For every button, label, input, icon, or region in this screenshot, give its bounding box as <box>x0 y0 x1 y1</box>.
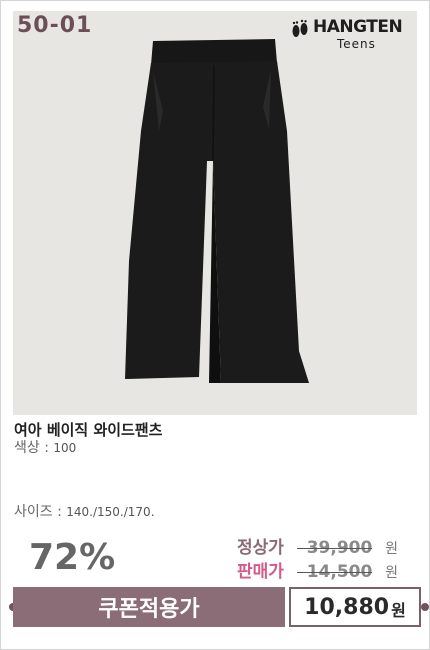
bar-dot-right <box>421 603 429 611</box>
size-value: 140./150./170. <box>66 505 155 519</box>
regular-price-label: 정상가 <box>237 538 284 558</box>
footprints-icon <box>292 19 308 37</box>
color-spec: 색상 : 100 <box>14 437 76 457</box>
discount-rate: 72% <box>29 537 116 578</box>
color-label: 색상 : <box>14 440 49 456</box>
brand-logo: HANGTEN Teens <box>287 17 409 57</box>
final-price-box[interactable]: 10,880 원 <box>289 587 421 627</box>
product-photo[interactable]: 50-01 HANGTEN Teens <box>13 11 417 415</box>
regular-price-row: 정상가 39,900 원 <box>237 533 398 558</box>
product-code: 50-01 <box>17 13 93 38</box>
sale-price: 14,500 <box>296 562 372 582</box>
size-spec: 사이즈 : 140./150./170. <box>14 501 155 521</box>
final-currency: 원 <box>391 601 406 620</box>
regular-currency: 원 <box>385 541 398 557</box>
sale-price-label: 판매가 <box>237 562 284 582</box>
pants-image <box>125 39 309 383</box>
sale-price-row: 판매가 14,500 원 <box>237 557 398 582</box>
color-value: 100 <box>53 441 77 455</box>
product-card[interactable]: 50-01 HANGTEN Teens 여아 베이직 와이드팬츠 색상 : 10… <box>0 0 430 650</box>
regular-price: 39,900 <box>296 538 372 558</box>
brand-sub: Teens <box>337 37 376 51</box>
brand-name: HANGTEN <box>313 17 403 37</box>
sale-currency: 원 <box>385 565 398 581</box>
final-price: 10,880 <box>304 594 390 620</box>
size-label: 사이즈 : <box>14 504 62 520</box>
coupon-price-button[interactable]: 쿠폰적용가 <box>13 587 285 627</box>
